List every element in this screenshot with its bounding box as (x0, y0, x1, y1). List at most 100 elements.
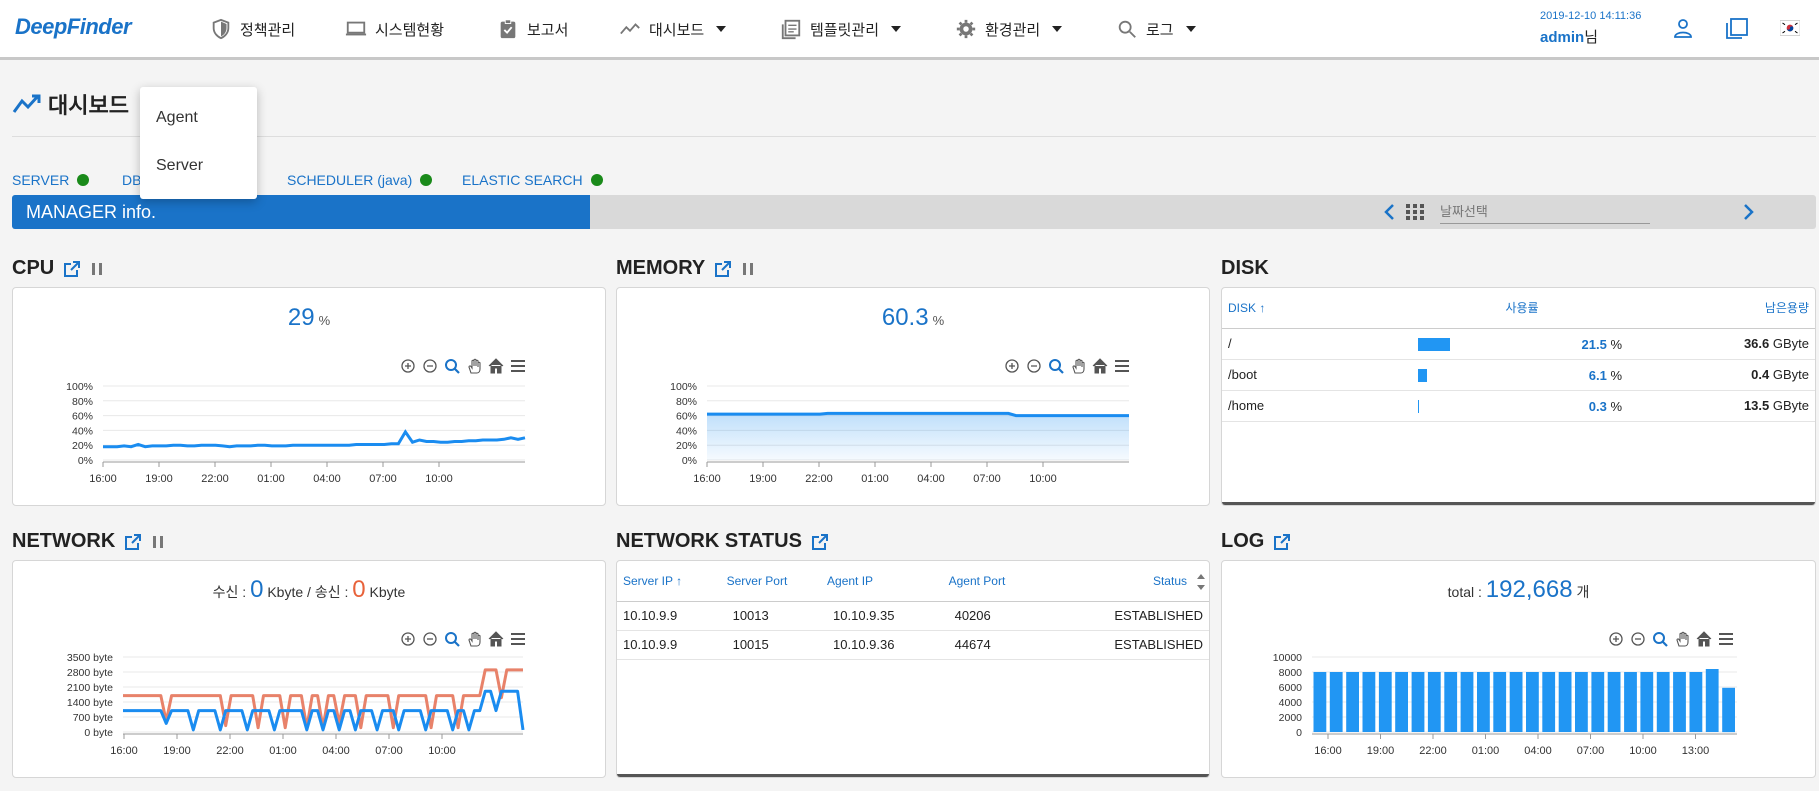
zoom-in-icon[interactable] (400, 631, 416, 647)
home-icon[interactable] (1092, 358, 1108, 374)
log-bar[interactable] (1591, 672, 1605, 732)
home-icon[interactable] (488, 631, 504, 647)
log-bar[interactable] (1444, 672, 1458, 732)
disk-col-name[interactable]: DISK ↑ (1222, 288, 1412, 329)
selection-zoom-icon[interactable] (1048, 358, 1064, 374)
log-bar[interactable] (1493, 672, 1507, 732)
date-select-input[interactable] (1440, 200, 1650, 224)
disk-row[interactable]: /boot 6.1 % 0.4 GByte (1222, 359, 1815, 391)
disk-col-usage[interactable]: 사용률 (1412, 288, 1632, 329)
pause-icon[interactable] (90, 262, 104, 276)
log-bar[interactable] (1329, 672, 1343, 732)
menu-icon[interactable] (510, 631, 526, 647)
ns-col-agent-ip[interactable]: Agent IP (827, 561, 949, 602)
y-tick-label: 40% (676, 425, 697, 437)
log-bar[interactable] (1477, 672, 1490, 732)
home-icon[interactable] (488, 358, 504, 374)
user-icon[interactable] (1671, 16, 1695, 40)
selection-zoom-icon[interactable] (444, 631, 460, 647)
log-bar[interactable] (1427, 672, 1441, 732)
disk-row[interactable]: /21.5 % 36.6 GByte (1222, 328, 1815, 360)
network-send-series-line[interactable] (123, 668, 523, 730)
window-icon[interactable] (1725, 16, 1749, 40)
trend-icon (12, 94, 41, 113)
selection-zoom-icon[interactable] (444, 358, 460, 374)
x-tick-label: 07:00 (369, 473, 397, 485)
current-datetime: 2019-12-10 14:11:36 (1540, 10, 1642, 22)
nav-log[interactable]: 로그 (1116, 14, 1196, 44)
log-bar[interactable] (1722, 687, 1735, 733)
log-bar[interactable] (1624, 672, 1637, 732)
memory-value-number: 60.3 (881, 304, 929, 331)
zoom-in-icon[interactable] (1608, 631, 1624, 647)
pause-icon[interactable] (741, 262, 755, 276)
status-label: ELASTIC SEARCH (462, 172, 583, 188)
log-bar[interactable] (1509, 672, 1523, 732)
korean-flag-icon[interactable] (1780, 16, 1800, 40)
nav-dashboard[interactable]: 대시보드 (619, 14, 727, 44)
menu-icon[interactable] (1114, 358, 1130, 374)
nav-report[interactable]: 보고서 (497, 14, 568, 44)
zoom-in-icon[interactable] (1004, 358, 1020, 374)
calendar-grid-icon[interactable] (1406, 204, 1424, 220)
network-panel: 수신 : 0 Kbyte / 송신 : 0 Kbyte 3500 byte 280… (12, 560, 606, 778)
chevron-right-icon[interactable] (1738, 201, 1758, 223)
log-bar[interactable] (1558, 672, 1572, 732)
log-bar[interactable] (1640, 672, 1654, 732)
network-status-row[interactable]: 10.10.9.9 10015 10.10.9.36 44674 ESTABLISHED (617, 630, 1209, 660)
pan-hand-icon[interactable] (466, 358, 482, 374)
log-bar[interactable] (1542, 672, 1556, 732)
ns-col-agent-port[interactable]: Agent Port (948, 561, 1043, 602)
external-link-icon[interactable] (123, 532, 143, 552)
dropdown-item-agent[interactable]: Agent (156, 109, 198, 127)
menu-icon[interactable] (510, 358, 526, 374)
external-link-icon[interactable] (810, 532, 830, 552)
pause-icon[interactable] (151, 535, 165, 549)
pan-hand-icon[interactable] (1070, 358, 1086, 374)
external-link-icon[interactable] (62, 259, 82, 279)
log-bar[interactable] (1575, 672, 1588, 732)
nav-system-status[interactable]: 시스템현황 (345, 14, 444, 44)
log-bar[interactable] (1378, 672, 1392, 732)
menu-icon[interactable] (1718, 631, 1734, 647)
disk-col-free[interactable]: 남은용량 (1632, 288, 1815, 329)
zoom-out-icon[interactable] (1026, 358, 1042, 374)
disk-row[interactable]: /home 0.3 % 13.5 GByte (1222, 390, 1815, 422)
pan-hand-icon[interactable] (466, 631, 482, 647)
ns-col-server-port[interactable]: Server Port (726, 561, 828, 602)
selection-zoom-icon[interactable] (1652, 631, 1668, 647)
log-bar[interactable] (1673, 672, 1686, 732)
nav-policy[interactable]: 정책관리 (210, 14, 295, 44)
log-bar[interactable] (1607, 672, 1621, 732)
nav-settings[interactable]: 환경관리 (955, 14, 1063, 44)
zoom-out-icon[interactable] (422, 358, 438, 374)
chevron-left-icon[interactable] (1380, 201, 1400, 223)
pan-hand-icon[interactable] (1674, 631, 1690, 647)
external-link-icon[interactable] (1272, 532, 1292, 552)
log-bar[interactable] (1346, 672, 1359, 732)
nav-template[interactable]: 템플릿관리 (780, 14, 902, 44)
log-bar[interactable] (1656, 672, 1670, 732)
log-bar[interactable] (1395, 672, 1408, 732)
log-bar[interactable] (1313, 672, 1327, 732)
home-icon[interactable] (1696, 631, 1712, 647)
zoom-out-icon[interactable] (1630, 631, 1646, 647)
log-bar[interactable] (1705, 669, 1719, 732)
ns-col-status[interactable]: Status (1042, 561, 1209, 602)
scroll-arrows-icon[interactable] (1195, 571, 1207, 593)
log-bar[interactable] (1689, 672, 1703, 732)
dropdown-item-server[interactable]: Server (156, 157, 203, 175)
zoom-out-icon[interactable] (422, 631, 438, 647)
external-link-icon[interactable] (713, 259, 733, 279)
log-bar[interactable] (1460, 672, 1474, 732)
network-status-row[interactable]: 10.10.9.9 10013 10.10.9.35 40206 ESTABLISHED (617, 601, 1209, 631)
log-bar[interactable] (1411, 672, 1425, 732)
ns-col-server-ip[interactable]: Server IP ↑ (617, 561, 727, 602)
deepfinder-logo[interactable]: DeepFinder (15, 14, 132, 40)
disk-usage-bar (1418, 337, 1451, 351)
cpu-series-line[interactable] (103, 429, 526, 449)
log-bar[interactable] (1362, 672, 1376, 732)
zoom-in-icon[interactable] (400, 358, 416, 374)
y-tick-label: 2800 byte (67, 667, 113, 679)
log-bar[interactable] (1526, 672, 1539, 732)
